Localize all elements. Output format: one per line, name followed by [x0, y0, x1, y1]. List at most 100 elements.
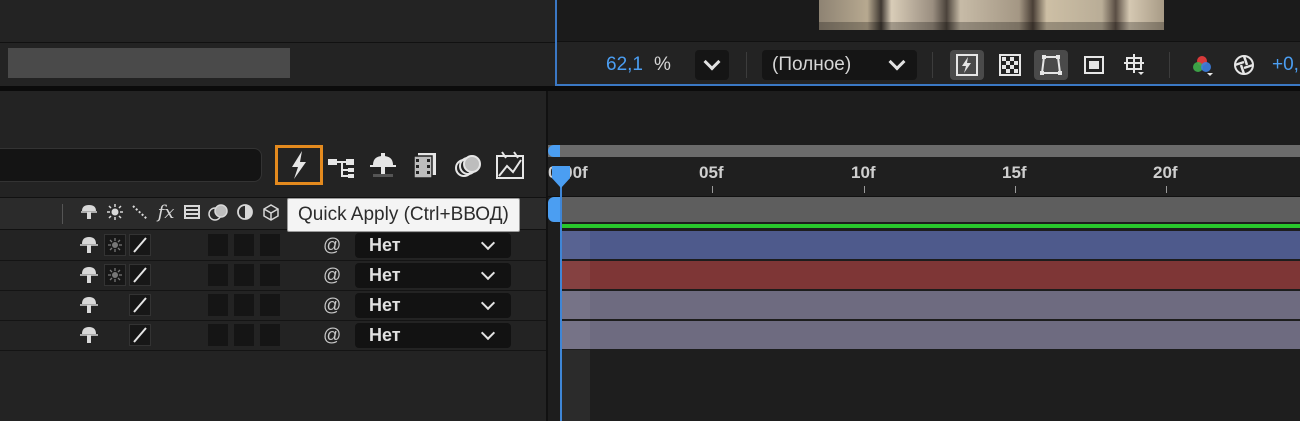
chevron-down-icon: [703, 53, 721, 71]
resolution-dropdown[interactable]: (Полное): [762, 50, 917, 80]
flowchart-icon: [328, 159, 354, 178]
exposure-value[interactable]: +0,: [1272, 54, 1299, 76]
shy-layers-button[interactable]: [367, 150, 399, 182]
3d-layer-column-icon[interactable]: [260, 202, 282, 224]
blend-mode-dropdown[interactable]: Нет: [355, 293, 511, 318]
shy-switch[interactable]: [78, 264, 100, 286]
time-ruler[interactable]: [548, 157, 1300, 197]
channels-button[interactable]: [1185, 50, 1219, 80]
blend-mode-label: Нет: [369, 235, 401, 255]
layer-row[interactable]: @ Нет: [0, 321, 548, 351]
frame-blend-switch[interactable]: [208, 294, 228, 316]
quality-switch[interactable]: [129, 264, 151, 286]
quality-column-icon[interactable]: [129, 202, 151, 224]
spiral-icon[interactable]: @: [323, 325, 341, 346]
time-navigator-start-handle[interactable]: [548, 145, 560, 157]
graph-editor-button[interactable]: [494, 150, 526, 182]
frame-blending-icon: [413, 153, 436, 179]
ruler-label: 20f: [1153, 163, 1178, 182]
spiral-icon[interactable]: @: [323, 295, 341, 316]
playhead-line[interactable]: [560, 180, 562, 421]
tooltip: Quick Apply (Ctrl+ВВОД): [287, 198, 520, 232]
viewer-canvas[interactable]: [557, 0, 1300, 42]
layer-duration-bar[interactable]: [560, 321, 1300, 349]
3d-layer-switch[interactable]: [260, 294, 280, 316]
zoom-unit: %: [654, 54, 671, 75]
layer-row[interactable]: @ Нет: [0, 261, 548, 291]
layer-row[interactable]: @ Нет: [0, 231, 548, 261]
render-cache-indicator: [560, 224, 1300, 228]
layer-bar-start: [560, 291, 590, 319]
zoom-value[interactable]: 62,1: [606, 54, 643, 76]
work-area-start-handle[interactable]: [548, 197, 560, 222]
zoom-dropdown[interactable]: [695, 50, 729, 80]
layer-duration-bar[interactable]: [560, 231, 1300, 259]
shy-switch[interactable]: [78, 294, 100, 316]
color-management-button[interactable]: [1227, 50, 1261, 80]
graph-editor-icon: [496, 151, 524, 179]
layer-duration-bar[interactable]: [560, 291, 1300, 319]
quality-switch[interactable]: [129, 294, 151, 316]
empty-timeline-area: [560, 350, 590, 421]
frame-blend-column-icon[interactable]: [181, 202, 203, 224]
motion-blur-switch[interactable]: [234, 294, 254, 316]
motion-blur-switch[interactable]: [234, 264, 254, 286]
divider: [62, 204, 63, 224]
shy-switch[interactable]: [78, 234, 100, 256]
mask-visibility-button[interactable]: [1034, 50, 1068, 80]
blend-mode-label: Нет: [369, 295, 401, 315]
chevron-down-icon: [480, 325, 496, 341]
separator: [1169, 52, 1170, 78]
transparency-grid-button[interactable]: [993, 50, 1027, 80]
layer-duration-bar[interactable]: [560, 261, 1300, 289]
motion-blur-switch[interactable]: [234, 234, 254, 256]
divider: [557, 41, 1300, 42]
chevron-down-icon: [888, 53, 906, 71]
panel-splitter[interactable]: [546, 91, 548, 421]
work-area-bar[interactable]: [560, 197, 1300, 222]
collapse-switch[interactable]: [104, 234, 126, 256]
layer-row[interactable]: @ Нет: [0, 291, 548, 321]
3d-layer-switch[interactable]: [260, 234, 280, 256]
motion-blur-column-icon[interactable]: [207, 202, 229, 224]
frame-blend-switch[interactable]: [208, 324, 228, 346]
frame-blend-switch[interactable]: [208, 234, 228, 256]
3d-layer-switch[interactable]: [260, 264, 280, 286]
adjustment-layer-column-icon[interactable]: [234, 202, 256, 224]
blend-mode-dropdown[interactable]: Нет: [355, 263, 511, 288]
composition-flowchart-button[interactable]: [326, 150, 358, 182]
chevron-down-icon: [480, 235, 496, 251]
effects-column-icon[interactable]: fx: [155, 202, 177, 224]
divider: [0, 42, 555, 43]
layer-bar-start: [560, 261, 590, 289]
blend-mode-dropdown[interactable]: Нет: [355, 233, 511, 258]
blend-mode-label: Нет: [369, 325, 401, 345]
frame-blending-button[interactable]: [408, 150, 440, 182]
fast-previews-button[interactable]: [950, 50, 984, 80]
shy-column-icon[interactable]: [78, 202, 100, 224]
quick-apply-button[interactable]: [275, 145, 323, 185]
time-navigator-bar[interactable]: [548, 145, 1300, 157]
region-of-interest-button[interactable]: [1077, 50, 1111, 80]
quality-switch[interactable]: [129, 324, 151, 346]
collapse-switch[interactable]: [104, 264, 126, 286]
ruler-tick: [864, 186, 865, 193]
collapse-transform-column-icon[interactable]: [104, 202, 126, 224]
project-panel: [0, 0, 555, 88]
quality-switch[interactable]: [129, 234, 151, 256]
motion-blur-switch[interactable]: [234, 324, 254, 346]
3d-layer-switch[interactable]: [260, 324, 280, 346]
shy-switch[interactable]: [78, 324, 100, 346]
composition-viewer: 62,1 % (Полное) +0,: [555, 0, 1300, 86]
separator: [932, 52, 933, 78]
grid-guides-icon: [1124, 54, 1144, 75]
blend-mode-dropdown[interactable]: Нет: [355, 323, 511, 348]
spiral-icon[interactable]: @: [323, 265, 341, 286]
panel-field[interactable]: [8, 48, 290, 78]
shy-icon: [370, 153, 396, 177]
layer-search-input[interactable]: [0, 148, 262, 182]
frame-blend-switch[interactable]: [208, 264, 228, 286]
spiral-icon[interactable]: @: [323, 235, 341, 256]
motion-blur-button[interactable]: [451, 150, 483, 182]
grid-guide-options-button[interactable]: [1118, 50, 1152, 80]
